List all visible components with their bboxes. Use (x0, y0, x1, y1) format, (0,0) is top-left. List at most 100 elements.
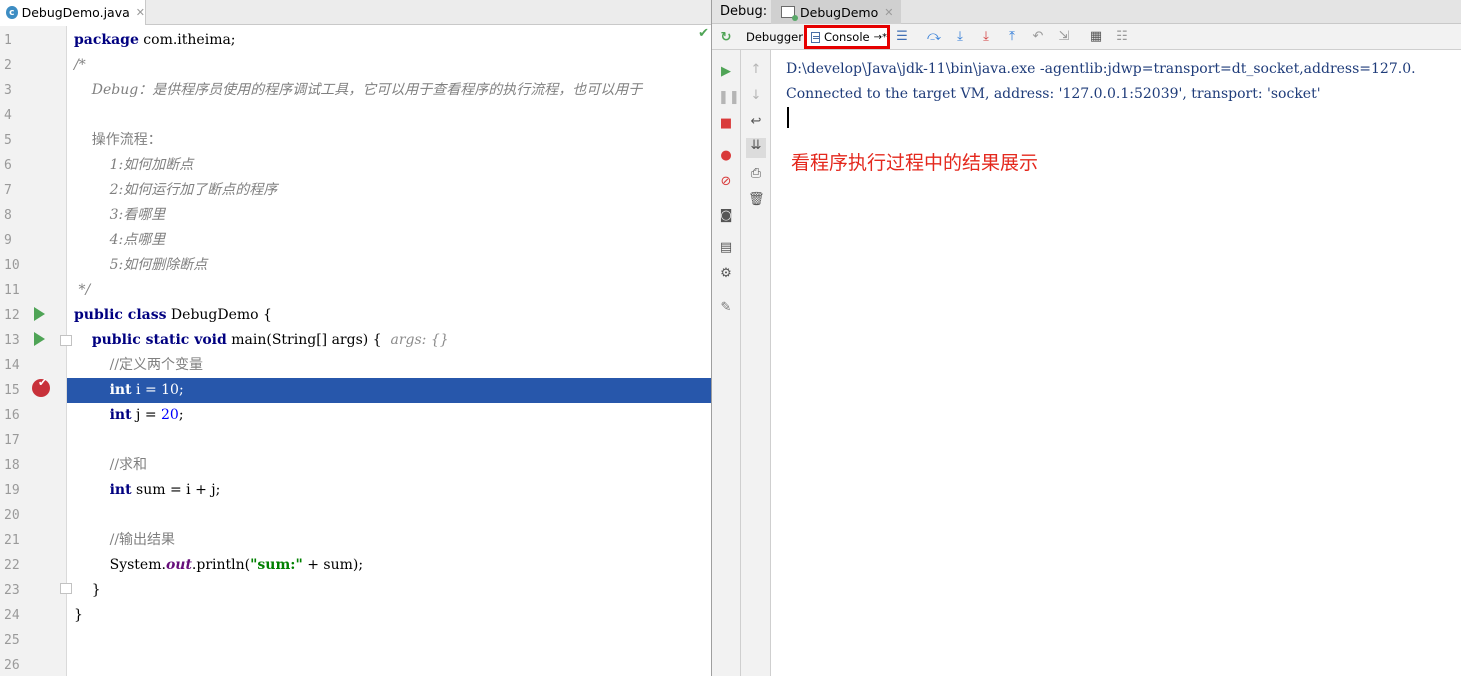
debug-tool-window: Debug: DebugDemo ✕ Debugger Console →* ☰… (711, 0, 1461, 676)
mute-breakpoints-icon[interactable]: ⊘ (718, 174, 734, 190)
code-line: //输出结果 (74, 532, 176, 548)
debug-title: Debug: (720, 4, 768, 19)
console-output[interactable]: D:\develop\Java\jdk-11\bin\java.exe -age… (771, 50, 1461, 676)
soft-wrap-icon[interactable]: ↩ (748, 114, 764, 130)
debug-action-toolbar: ↻ ▶ ❚❚ ■ ● ⊘ ◙ ▤ ⚙ ✎ (712, 30, 741, 676)
line-number: 10 (4, 258, 20, 273)
rerun-icon[interactable]: ↻ (718, 30, 734, 46)
line-number: 11 (4, 283, 20, 298)
view-breakpoints-icon[interactable]: ● (718, 148, 734, 164)
code-line: 1:如何加断点 (74, 157, 194, 173)
editor-tab-bar: c DebugDemo.java ✕ (0, 0, 711, 25)
line-number: 20 (4, 508, 20, 523)
console-line: Connected to the target VM, address: '12… (786, 86, 1321, 102)
code-line: 2:如何运行加了断点的程序 (74, 182, 278, 198)
inline-debug-hint: args: {} (390, 332, 449, 348)
code-editor: c DebugDemo.java ✕ 1 2 3 4 5 6 7 8 9 10 … (0, 0, 711, 676)
code-line: /* (74, 57, 86, 73)
line-number: 18 (4, 458, 20, 473)
line-number: 26 (4, 658, 20, 673)
trace-icon[interactable]: ☷ (1114, 29, 1130, 45)
force-step-into-icon[interactable]: ⤓ (978, 29, 994, 45)
gear-icon[interactable]: ⚙ (718, 266, 734, 282)
layout-icon[interactable]: ▤ (718, 240, 734, 256)
console-line: D:\develop\Java\jdk-11\bin\java.exe -age… (786, 61, 1416, 77)
camera-icon[interactable]: ◙ (718, 208, 734, 224)
code-line: public static void main(String[] args) {… (91, 332, 449, 348)
line-number: 2 (4, 58, 12, 73)
code-line: 5:如何删除断点 (74, 257, 208, 273)
close-icon[interactable]: ✕ (136, 6, 145, 19)
line-number: 24 (4, 608, 20, 623)
line-number: 7 (4, 183, 12, 198)
line-number: 16 (4, 408, 20, 423)
line-number: 25 (4, 633, 20, 648)
step-out-icon[interactable]: ⤒ (1004, 29, 1020, 45)
line-number: 6 (4, 158, 12, 173)
line-number: 9 (4, 233, 12, 248)
code-area[interactable]: package com.itheima; /* Debug：是供程序员使用的程序… (67, 26, 711, 676)
line-number: 17 (4, 433, 20, 448)
current-execution-line: int i = 10; (67, 378, 711, 403)
code-line: Debug：是供程序员使用的程序调试工具，它可以用于查看程序的执行流程，也可以用… (74, 82, 643, 98)
run-to-cursor-icon[interactable]: ⇲ (1056, 29, 1072, 45)
show-execution-point-icon[interactable]: ☰ (894, 29, 910, 45)
close-icon[interactable]: ✕ (884, 6, 893, 19)
line-number: 5 (4, 133, 12, 148)
stop-icon[interactable]: ■ (718, 116, 734, 132)
run-main-icon[interactable] (34, 332, 45, 346)
debug-title-bar: Debug: DebugDemo ✕ (712, 0, 1461, 24)
line-number: 1 (4, 33, 12, 48)
check-icon: ✔ (698, 26, 709, 41)
line-number: 3 (4, 83, 12, 98)
print-icon[interactable]: ⎙ (748, 166, 764, 182)
down-arrow-icon[interactable]: ↓ (748, 88, 764, 104)
code-line: 4:点哪里 (74, 232, 166, 248)
code-line: //求和 (74, 457, 148, 473)
editor-tab-label: DebugDemo.java (21, 5, 130, 20)
pause-icon[interactable]: ❚❚ (718, 90, 740, 106)
code-line: //定义两个变量 (74, 357, 204, 373)
scroll-to-end-icon[interactable]: ⇊ (746, 138, 766, 158)
run-class-icon[interactable] (34, 307, 45, 321)
line-number-gutter[interactable]: 1 2 3 4 5 6 7 8 9 10 11 12 13 14 15 16 1… (0, 26, 72, 676)
clear-all-icon[interactable]: 🗑 (748, 192, 765, 208)
code-line: */ (74, 282, 91, 298)
tab-debugger[interactable]: Debugger (746, 27, 803, 47)
code-line: } (74, 607, 83, 623)
tab-console-label: Console (823, 30, 870, 44)
code-line: System.out.println("sum:" + sum); (74, 557, 364, 573)
debug-toolbar: Debugger Console →* ☰ ⤼ ⤓ ⤓ ⤒ ↶ ⇲ ▦ ☷ (712, 24, 1461, 50)
line-number: 12 (4, 308, 20, 323)
console-action-toolbar: ↑ ↓ ↩ ⇊ ⎙ 🗑 (741, 50, 771, 676)
pin-icon[interactable]: ✎ (718, 300, 734, 316)
code-line: int sum = i + j; (109, 482, 221, 498)
up-arrow-icon[interactable]: ↑ (748, 62, 764, 78)
code-line: } (74, 582, 101, 598)
line-number: 22 (4, 558, 20, 573)
step-over-icon[interactable]: ⤼ (926, 29, 942, 45)
code-line: 操作流程： (74, 132, 162, 148)
line-number: 23 (4, 583, 20, 598)
code-line: 3:看哪里 (74, 207, 166, 223)
debug-session-tab[interactable]: DebugDemo ✕ (771, 0, 901, 24)
line-number: 4 (4, 108, 12, 123)
line-number: 13 (4, 333, 20, 348)
text-caret (787, 107, 789, 128)
step-into-icon[interactable]: ⤓ (952, 29, 968, 45)
java-class-icon: c (6, 6, 18, 19)
resume-icon[interactable]: ▶ (718, 64, 734, 80)
console-icon (811, 31, 820, 43)
annotation-text: 看程序执行过程中的结果展示 (791, 152, 1039, 174)
drop-frame-icon[interactable]: ↶ (1030, 29, 1046, 45)
tab-console[interactable]: Console →* (804, 25, 890, 49)
code-line: package com.itheima; (74, 32, 236, 48)
console-restore-icon[interactable]: →* (874, 32, 887, 43)
line-number: 19 (4, 483, 20, 498)
editor-tab-debugdemo[interactable]: c DebugDemo.java ✕ (0, 0, 146, 25)
evaluate-expression-icon[interactable]: ▦ (1088, 29, 1104, 45)
line-number: 14 (4, 358, 20, 373)
line-number: 8 (4, 208, 12, 223)
